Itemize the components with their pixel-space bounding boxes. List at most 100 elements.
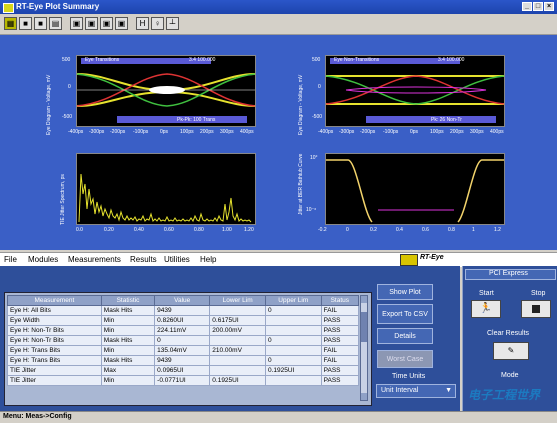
table-cell: FAIL — [320, 355, 360, 366]
eye-trans-xtick: -200ps — [110, 129, 126, 135]
maximize-button[interactable]: □ — [533, 2, 543, 11]
table-row[interactable]: Eye Width Min 0.8260UI 0.6175UI PASS — [7, 315, 360, 326]
bathtub-xtick: 0.8 — [448, 227, 455, 233]
layout-2-icon[interactable]: ▣ — [85, 17, 98, 30]
close-button[interactable]: × — [544, 2, 554, 11]
table-cell: TIE Jitter — [7, 365, 102, 376]
layout-4-icon[interactable]: ▣ — [115, 17, 128, 30]
eye-nontrans-ytick: 0 — [318, 84, 321, 90]
clear-results-button[interactable]: ✎ — [493, 342, 529, 360]
eye-transitions-plot[interactable]: Eye Transitions 3.4 100.000 Pk-Pk: 100 T… — [76, 55, 256, 127]
menu-measurements[interactable]: Measurements — [68, 255, 121, 264]
tie-spectrum-trace — [78, 173, 252, 223]
eye-nontrans-xtick: -300ps — [339, 129, 355, 135]
table-cell: TIE Jitter — [7, 375, 102, 386]
details-button[interactable]: Details — [377, 328, 433, 344]
eye-nontrans-xtick: -100ps — [383, 129, 399, 135]
mode-label: Mode — [501, 372, 519, 379]
baseline-icon[interactable]: ┴ — [166, 17, 179, 30]
eye-nontrans-annotation: Pk: 26 Non-Tr — [431, 117, 462, 123]
grid-icon[interactable]: ▦ — [4, 17, 17, 30]
col-measurement[interactable]: Measurement — [7, 295, 102, 306]
menu-file[interactable]: File — [4, 255, 17, 264]
print-icon[interactable]: ▤ — [49, 17, 62, 30]
table-row[interactable]: Eye H: Trans Bits Mask Hits 9439 0 FAIL — [7, 355, 360, 366]
menu-help[interactable]: Help — [200, 255, 216, 264]
minimize-button[interactable]: _ — [522, 2, 532, 11]
scroll-thumb[interactable] — [361, 312, 367, 342]
table-cell: Max — [100, 365, 156, 376]
cursor-h-icon[interactable]: H — [136, 17, 149, 30]
table-cell: 210.00mV — [209, 345, 266, 356]
show-plot-button[interactable]: Show Plot — [377, 284, 433, 300]
table-cell: Min — [100, 345, 156, 356]
eye-trans-xtick: 0ps — [160, 129, 169, 135]
col-statistic[interactable]: Statistic — [100, 295, 156, 306]
layout-3-icon[interactable]: ▣ — [100, 17, 113, 30]
time-units-value: Unit Interval — [381, 387, 419, 394]
table-cell: 200.00mV — [209, 325, 266, 336]
stop-button[interactable] — [521, 300, 551, 318]
table-cell: 0.1925UI — [209, 375, 266, 386]
col-value[interactable]: Value — [154, 295, 211, 306]
col-upper-lim[interactable]: Upper Lim — [264, 295, 322, 306]
rt-eye-logo: RT-Eye — [400, 253, 455, 266]
eye-trans-xtick: 400ps — [240, 129, 254, 135]
scroll-up-button[interactable] — [361, 296, 367, 303]
table-row[interactable]: TIE Jitter Min -0.0771UI 0.1925UI PASS — [7, 375, 360, 386]
eye-nontrans-ylabel: Eye Diagram - Voltage, mV — [298, 74, 304, 135]
tie-spectrum-plot[interactable] — [76, 153, 256, 225]
table-cell — [264, 325, 322, 336]
table-row[interactable]: Eye H: All Bits Mask Hits 9439 0 FAIL — [7, 305, 360, 316]
layout-1-icon[interactable]: ▣ — [70, 17, 83, 30]
table-cell: 224.11mV — [154, 325, 211, 336]
table-cell: PASS — [320, 325, 360, 336]
save-icon[interactable]: ■ — [19, 17, 32, 30]
table-cell: Min — [100, 315, 156, 326]
menu-utilities[interactable]: Utilities — [164, 255, 190, 264]
tie-xtick: 0.80 — [194, 227, 204, 233]
bathtub-xtick: 1.2 — [494, 227, 501, 233]
scroll-down-button[interactable] — [361, 393, 367, 400]
table-row[interactable]: Eye H: Non-Tr Bits Mask Hits 0 0 PASS — [7, 335, 360, 346]
results-scrollbar[interactable] — [360, 295, 368, 401]
bathtub-plot[interactable] — [325, 153, 505, 225]
menu-bar: File Modules Measurements Results Utilit… — [0, 252, 557, 267]
table-row[interactable]: Eye H: Trans Bits Min 135.04mV 210.00mV FAIL — [7, 345, 360, 356]
tie-spectrum-ylabel: TIE Jitter Spectrum, ps — [60, 174, 66, 225]
table-cell: PASS — [320, 365, 360, 376]
table-cell: Eye H: Non-Tr Bits — [7, 325, 102, 336]
eye-trans-annotation: Pk-Pk: 100 Trans — [177, 117, 216, 123]
table-row[interactable]: TIE Jitter Max 0.0965UI 0.1925UI PASS — [7, 365, 360, 376]
table-cell: 9439 — [154, 305, 211, 316]
eye-nontransitions-plot[interactable]: Eye Non-Transitions 3.4 100.000 Pk: 26 N… — [325, 55, 505, 127]
col-status[interactable]: Status — [320, 295, 360, 306]
tie-xtick: 0.60 — [164, 227, 174, 233]
table-cell — [209, 335, 266, 346]
worst-case-button[interactable]: Worst Case — [377, 350, 433, 368]
marker-icon[interactable]: ♀ — [151, 17, 164, 30]
save-all-icon[interactable]: ■ — [34, 17, 47, 30]
table-cell: 0.8260UI — [154, 315, 211, 326]
table-cell: 0 — [264, 305, 322, 316]
table-cell: 0 — [264, 335, 322, 346]
eye-trans-xtick: -100ps — [133, 129, 149, 135]
eye-nontrans-xtick: 100ps — [430, 129, 444, 135]
eye-nontrans-ytick: -500 — [312, 114, 323, 120]
table-cell — [264, 315, 322, 326]
tie-xtick: 0.40 — [134, 227, 144, 233]
table-cell — [264, 375, 322, 386]
start-button[interactable]: 🏃 — [471, 300, 501, 318]
menu-modules[interactable]: Modules — [28, 255, 58, 264]
tie-xtick: 1.20 — [244, 227, 254, 233]
eye-nontrans-xtick: -200ps — [360, 129, 376, 135]
col-lower-lim[interactable]: Lower Lim — [209, 295, 266, 306]
table-cell: 9439 — [154, 355, 211, 366]
table-cell — [209, 355, 266, 366]
table-row[interactable]: Eye H: Non-Tr Bits Min 224.11mV 200.00mV PAS… — [7, 325, 360, 336]
export-csv-button[interactable]: Export To CSV — [377, 304, 433, 324]
eye-nontrans-xtick: 0ps — [410, 129, 419, 135]
menu-results[interactable]: Results — [130, 255, 157, 264]
pcie-title: PCI Express — [489, 270, 528, 277]
time-units-select[interactable]: Unit Interval ▼ — [376, 384, 456, 398]
